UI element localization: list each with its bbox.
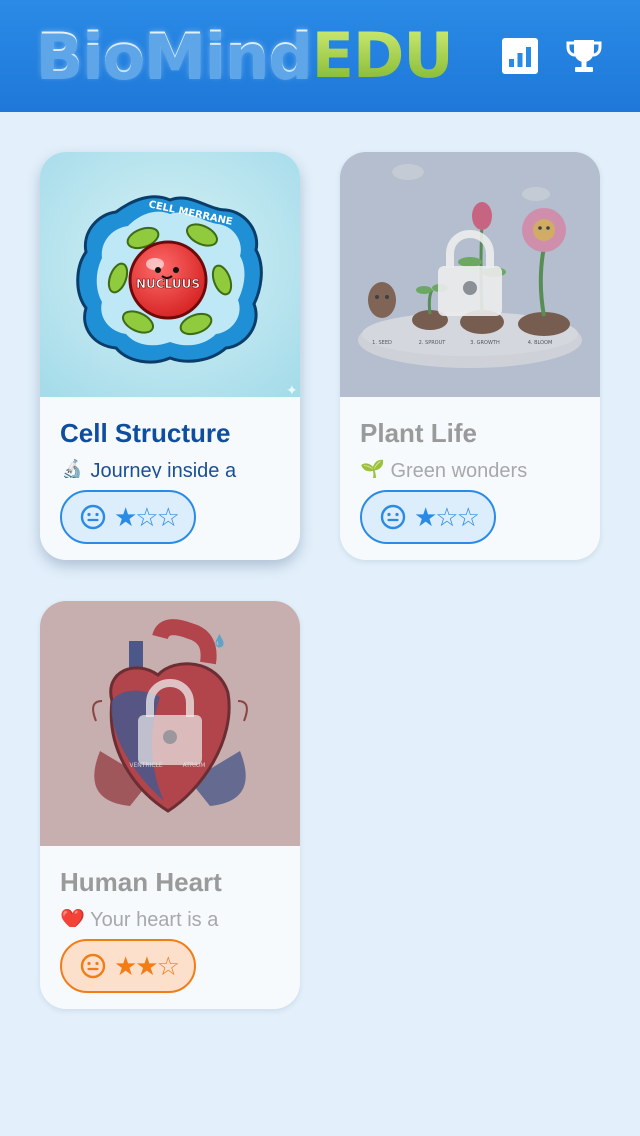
cell-illustration: NUCLUUS CELL MERRANE ✦ [40, 152, 300, 397]
logo-edu-text: EDU [311, 18, 454, 92]
card-description: 🌱 Green wonders [360, 460, 528, 478]
topic-card-cell-structure[interactable]: NUCLUUS CELL MERRANE ✦ Cell Structure 🔬 … [40, 152, 300, 560]
topic-card-human-heart[interactable]: VENTRICLE ATRIUM 💧 Human Heart ❤️ Your h… [40, 601, 300, 1009]
trophy-icon [566, 40, 602, 72]
card-description: ❤️ Your heart is a [60, 909, 219, 927]
lock-overlay [340, 152, 600, 397]
card-description: 🔬 Journey inside a [60, 460, 237, 478]
progress-badge: ★☆☆ [360, 490, 496, 544]
smiley-face-icon [80, 504, 106, 530]
logo-bio-text: BioMind [36, 18, 313, 92]
stats-button[interactable] [500, 36, 540, 76]
bar-chart-icon [502, 38, 538, 74]
progress-badge: ★★☆ [60, 939, 196, 993]
nucleus-label: NUCLUUS [136, 277, 200, 291]
card-title: Human Heart [60, 867, 222, 897]
app-header: BioMind EDU [0, 0, 640, 112]
smiley-face-icon [380, 504, 406, 530]
trophy-button[interactable] [564, 36, 604, 76]
lock-icon [138, 679, 202, 765]
card-title: Cell Structure [60, 418, 231, 448]
lock-overlay [40, 601, 300, 846]
star-rating: ★☆☆ [114, 502, 180, 532]
progress-badge: ★☆☆ [60, 490, 196, 544]
smiley-face-icon [80, 953, 106, 979]
svg-text:✦: ✦ [286, 382, 298, 397]
card-title: Plant Life [360, 418, 478, 448]
star-rating: ★☆☆ [414, 502, 480, 532]
lock-icon [438, 230, 502, 316]
topic-card-plant-life[interactable]: 1. SEED 2. SPROUT 3. GROWTH 4. BLOOM Pla… [340, 152, 600, 560]
star-rating: ★★☆ [114, 951, 180, 981]
app-logo: BioMind EDU [36, 18, 454, 92]
